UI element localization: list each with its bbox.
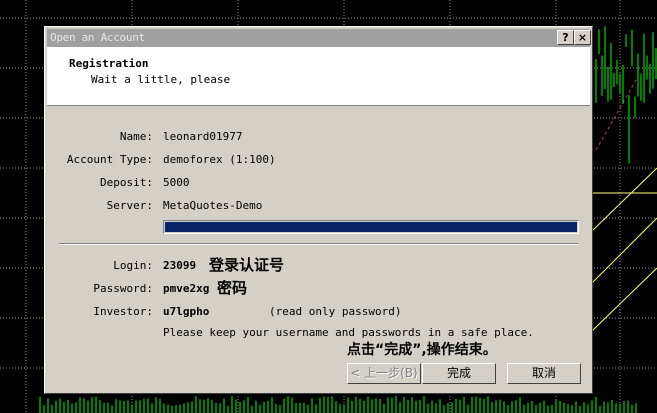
finish-instruction: 点击“完成”,操作结束。 (347, 342, 497, 358)
cancel-button[interactable]: 取消 (507, 363, 581, 384)
server-label: Server: (106, 199, 153, 212)
deposit-value: 5000 (163, 176, 190, 189)
login-value: 23099 (163, 259, 197, 272)
header-subtitle: Wait a little, please (91, 73, 231, 86)
investor-label: Investor: (93, 305, 153, 318)
login-note: 登录认证号 (209, 256, 285, 274)
dialog-titlebar[interactable]: Open an Account ? × (47, 29, 591, 47)
password-value: pmve2xg (163, 282, 210, 295)
registration-progress-bar (163, 220, 579, 234)
close-icon[interactable]: × (574, 30, 591, 45)
password-label: Password: (93, 282, 153, 295)
progress-fill (165, 222, 577, 232)
help-icon[interactable]: ? (557, 30, 574, 45)
back-button[interactable]: < 上一步(B) (347, 363, 421, 384)
server-value: MetaQuotes-Demo (163, 199, 263, 212)
dialog-title: Open an Account (50, 31, 145, 44)
header-title: Registration (69, 57, 149, 70)
deposit-label: Deposit: (100, 176, 153, 189)
investor-note: (read only password) (269, 305, 402, 318)
investor-value: u7lgpho (163, 305, 210, 318)
password-note: 密码 (217, 279, 248, 297)
open-account-dialog: Open an Account ? × Registration Wait a … (44, 26, 593, 394)
separator (59, 243, 578, 245)
wizard-header: Registration Wait a little, please (47, 47, 590, 106)
finish-button[interactable]: 完成 (422, 363, 496, 384)
name-value: leonard01977 (163, 130, 243, 143)
login-label: Login: (113, 259, 153, 272)
account-type-value: demoforex (1:100) (163, 153, 276, 166)
account-type-label: Account Type: (66, 153, 153, 166)
name-label: Name: (119, 130, 153, 143)
safety-note: Please keep your username and passwords … (163, 326, 534, 339)
